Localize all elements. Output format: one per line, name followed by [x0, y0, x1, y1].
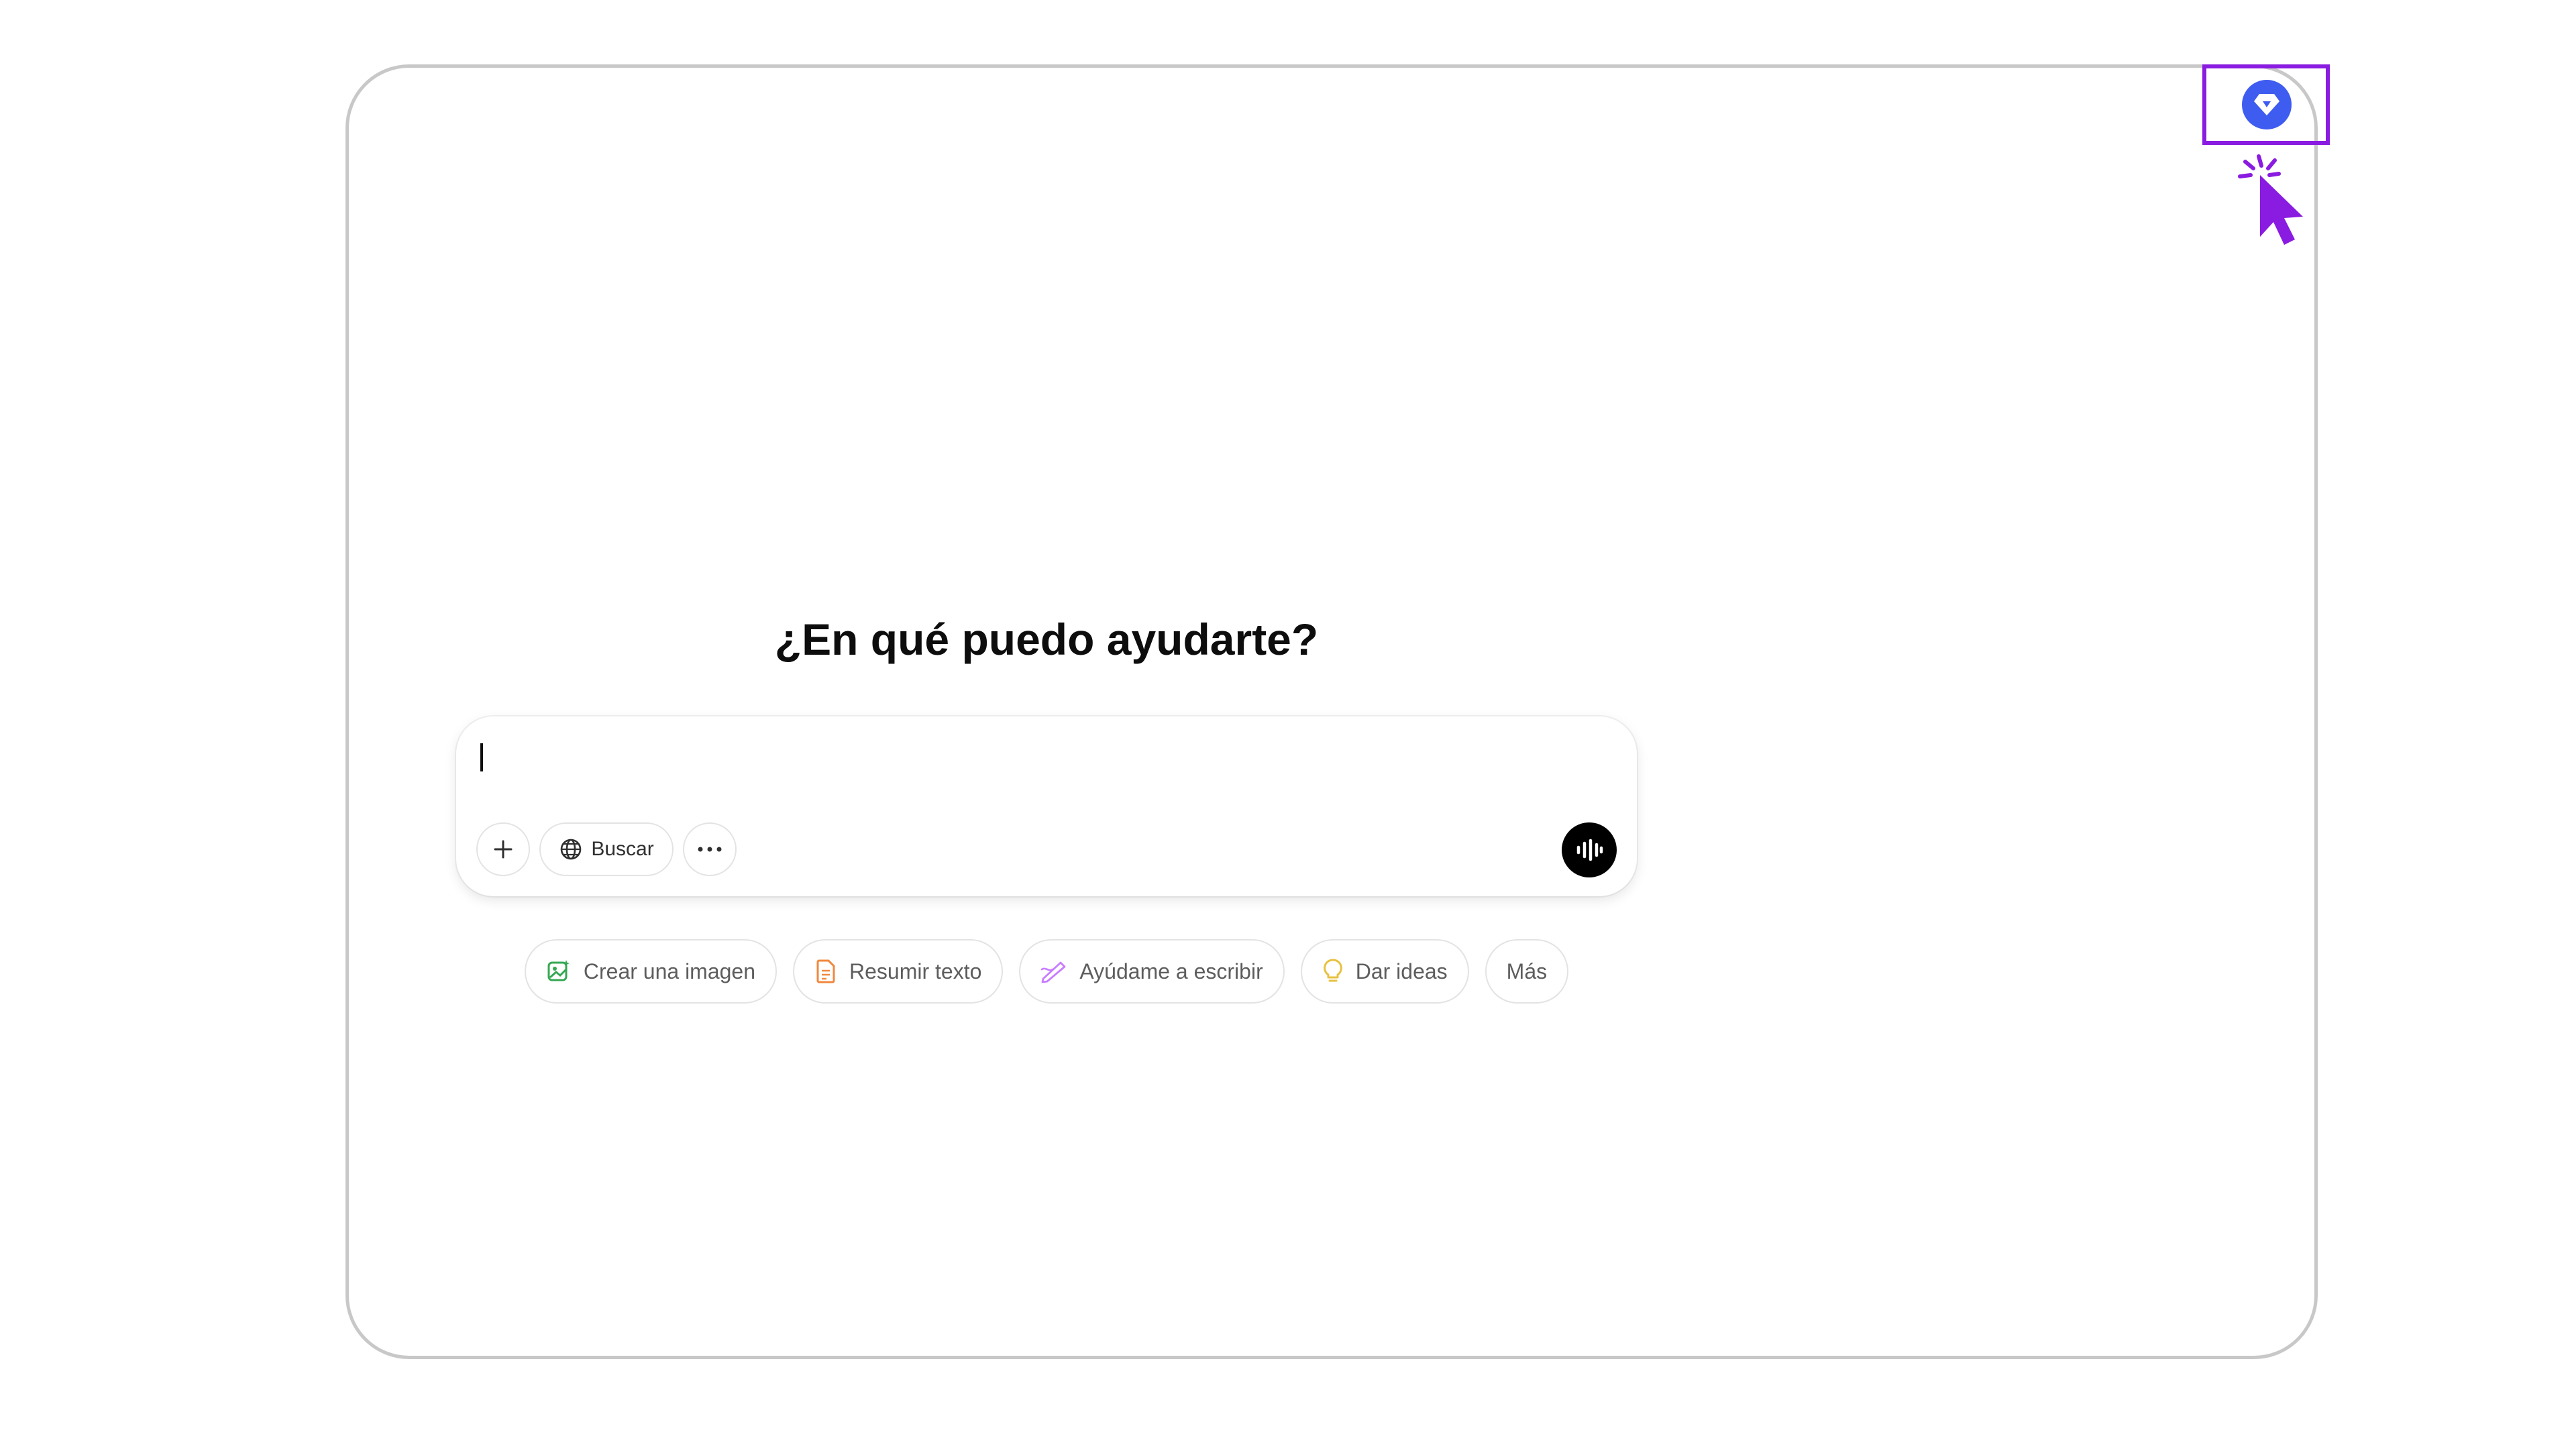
- lightbulb-icon: [1323, 959, 1342, 982]
- pen-icon: [1041, 961, 1066, 983]
- search-button-label: Buscar: [591, 838, 654, 860]
- suggestion-create-image[interactable]: Crear una imagen: [524, 939, 777, 1004]
- suggestion-help-write[interactable]: Ayúdame a escribir: [1019, 939, 1285, 1004]
- add-attachment-button[interactable]: [476, 822, 530, 876]
- suggestion-summarize-text[interactable]: Resumir texto: [793, 939, 1004, 1004]
- text-caret: [480, 743, 483, 771]
- voice-wave-icon: [1576, 839, 1603, 861]
- suggestion-label: Más: [1506, 959, 1548, 983]
- globe-icon: [561, 839, 582, 860]
- prompt-input[interactable]: [479, 737, 1555, 785]
- gem-extension-button[interactable]: [2242, 80, 2292, 129]
- suggestion-label: Crear una imagen: [583, 959, 756, 983]
- app-window-frame: [345, 64, 2318, 1359]
- cursor-pointer-icon: [2238, 154, 2303, 245]
- diamond-icon: [2254, 94, 2279, 115]
- click-cursor-annotation: [2237, 151, 2311, 245]
- chat-composer: Buscar: [456, 716, 1637, 896]
- ellipsis-icon: [698, 847, 722, 852]
- search-button[interactable]: Buscar: [539, 822, 674, 876]
- more-tools-button[interactable]: [683, 822, 737, 876]
- suggestion-label: Resumir texto: [849, 959, 982, 983]
- document-icon: [816, 959, 835, 983]
- suggestion-label: Ayúdame a escribir: [1079, 959, 1263, 983]
- suggestion-give-ideas[interactable]: Dar ideas: [1300, 939, 1469, 1004]
- suggestion-label: Dar ideas: [1355, 959, 1448, 983]
- suggestion-more[interactable]: Más: [1485, 939, 1569, 1004]
- suggestion-chips: Crear una imagen Resumir texto Ayúdame a…: [456, 939, 1637, 1006]
- voice-mode-button[interactable]: [1562, 822, 1617, 877]
- image-icon: [547, 960, 570, 981]
- page-title: ¿En qué puedo ayudarte?: [774, 614, 1319, 664]
- plus-icon: [494, 840, 513, 859]
